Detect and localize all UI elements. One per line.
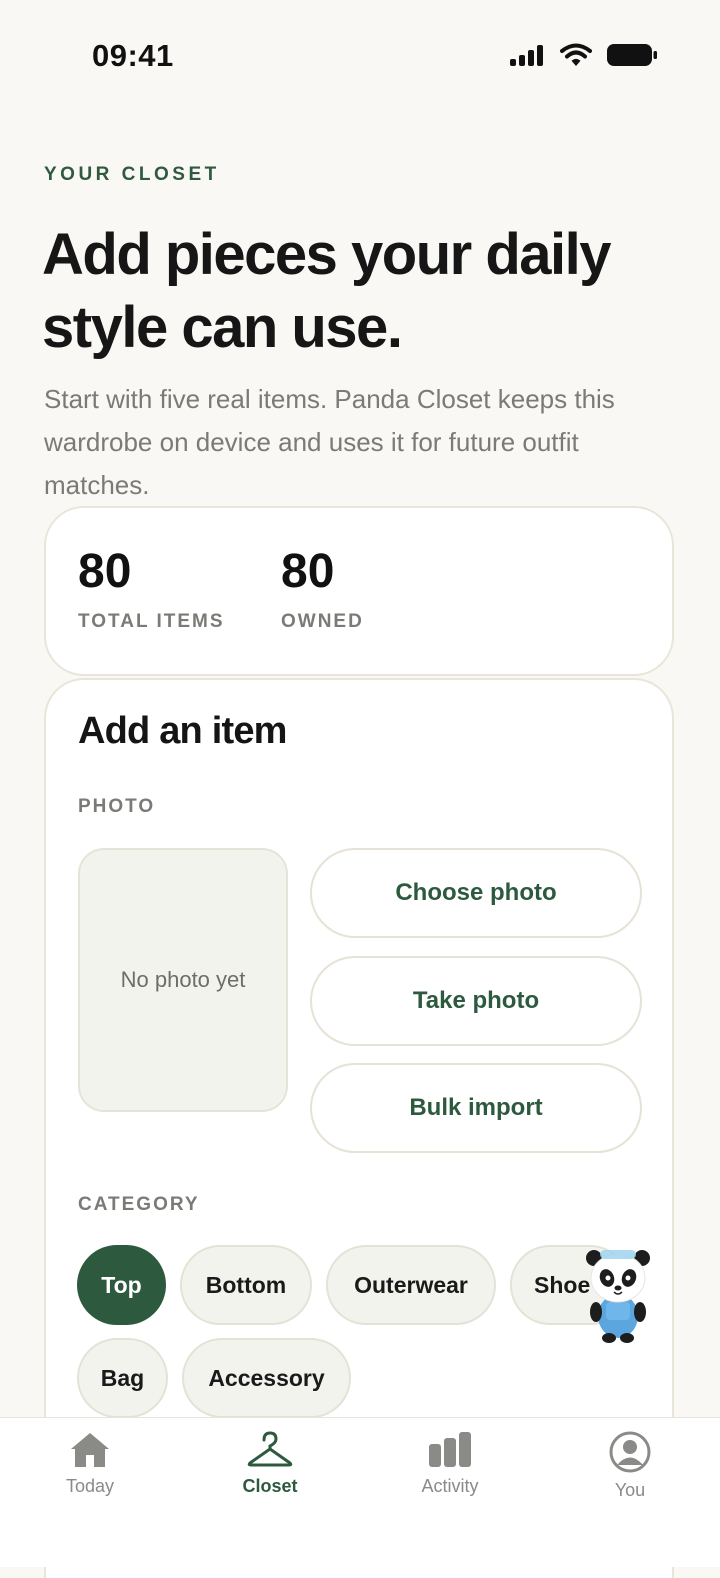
tab-label: Today bbox=[65, 1476, 115, 1496]
photo-placeholder[interactable]: No photo yet bbox=[78, 848, 288, 1112]
choose-photo-button[interactable]: Choose photo bbox=[310, 848, 642, 938]
photo-placeholder-text: No photo yet bbox=[120, 967, 246, 992]
tab-label: Activity bbox=[421, 1476, 479, 1496]
category-chip-accessory[interactable]: Accessory bbox=[182, 1338, 351, 1418]
category-chip-bottom[interactable]: Bottom bbox=[180, 1245, 312, 1325]
bar-chart-icon bbox=[429, 1432, 471, 1467]
hanger-icon bbox=[247, 1431, 293, 1467]
tab-today[interactable]: Today bbox=[30, 1430, 150, 1497]
stat-owned: 80 OWNED bbox=[281, 544, 364, 633]
category-chip-bag[interactable]: Bag bbox=[77, 1338, 168, 1418]
category-chip-outerwear[interactable]: Outerwear bbox=[326, 1245, 496, 1325]
stat-total-items: 80 TOTAL ITEMS bbox=[78, 544, 225, 633]
tab-label: You bbox=[614, 1480, 646, 1500]
page-subtitle: Start with five real items. Panda Closet… bbox=[44, 384, 615, 500]
person-icon bbox=[609, 1431, 651, 1473]
tab-activity[interactable]: Activity bbox=[390, 1430, 510, 1497]
status-time: 09:41 bbox=[92, 38, 174, 73]
tab-label: Closet bbox=[242, 1476, 298, 1496]
add-item-title: Add an item bbox=[78, 710, 287, 752]
stat-label: OWNED bbox=[281, 611, 364, 632]
panda-mascot-icon[interactable] bbox=[582, 1244, 654, 1344]
tab-bar: Today Closet Activity You bbox=[0, 1417, 720, 1567]
take-photo-button[interactable]: Take photo bbox=[310, 956, 642, 1046]
stat-label: TOTAL ITEMS bbox=[78, 611, 225, 632]
tab-closet[interactable]: Closet bbox=[210, 1430, 330, 1497]
stat-value: 80 bbox=[78, 545, 132, 598]
category-chip-top[interactable]: Top bbox=[77, 1245, 166, 1325]
bulk-import-button[interactable]: Bulk import bbox=[310, 1063, 642, 1153]
section-eyebrow: YOUR CLOSET bbox=[44, 164, 220, 185]
wifi-icon bbox=[560, 43, 592, 66]
cellular-signal-icon bbox=[510, 45, 543, 66]
status-bar: 09:41 bbox=[0, 0, 720, 110]
battery-icon bbox=[607, 44, 657, 66]
page-title: Add pieces your daily style can use. bbox=[42, 222, 612, 360]
stat-value: 80 bbox=[281, 545, 335, 598]
stats-card: 80 TOTAL ITEMS 80 OWNED bbox=[44, 506, 674, 676]
tab-you[interactable]: You bbox=[570, 1430, 690, 1501]
photo-section-label: PHOTO bbox=[78, 796, 156, 817]
category-section-label: CATEGORY bbox=[78, 1194, 200, 1215]
status-icons bbox=[510, 42, 658, 68]
house-icon bbox=[71, 1433, 109, 1467]
